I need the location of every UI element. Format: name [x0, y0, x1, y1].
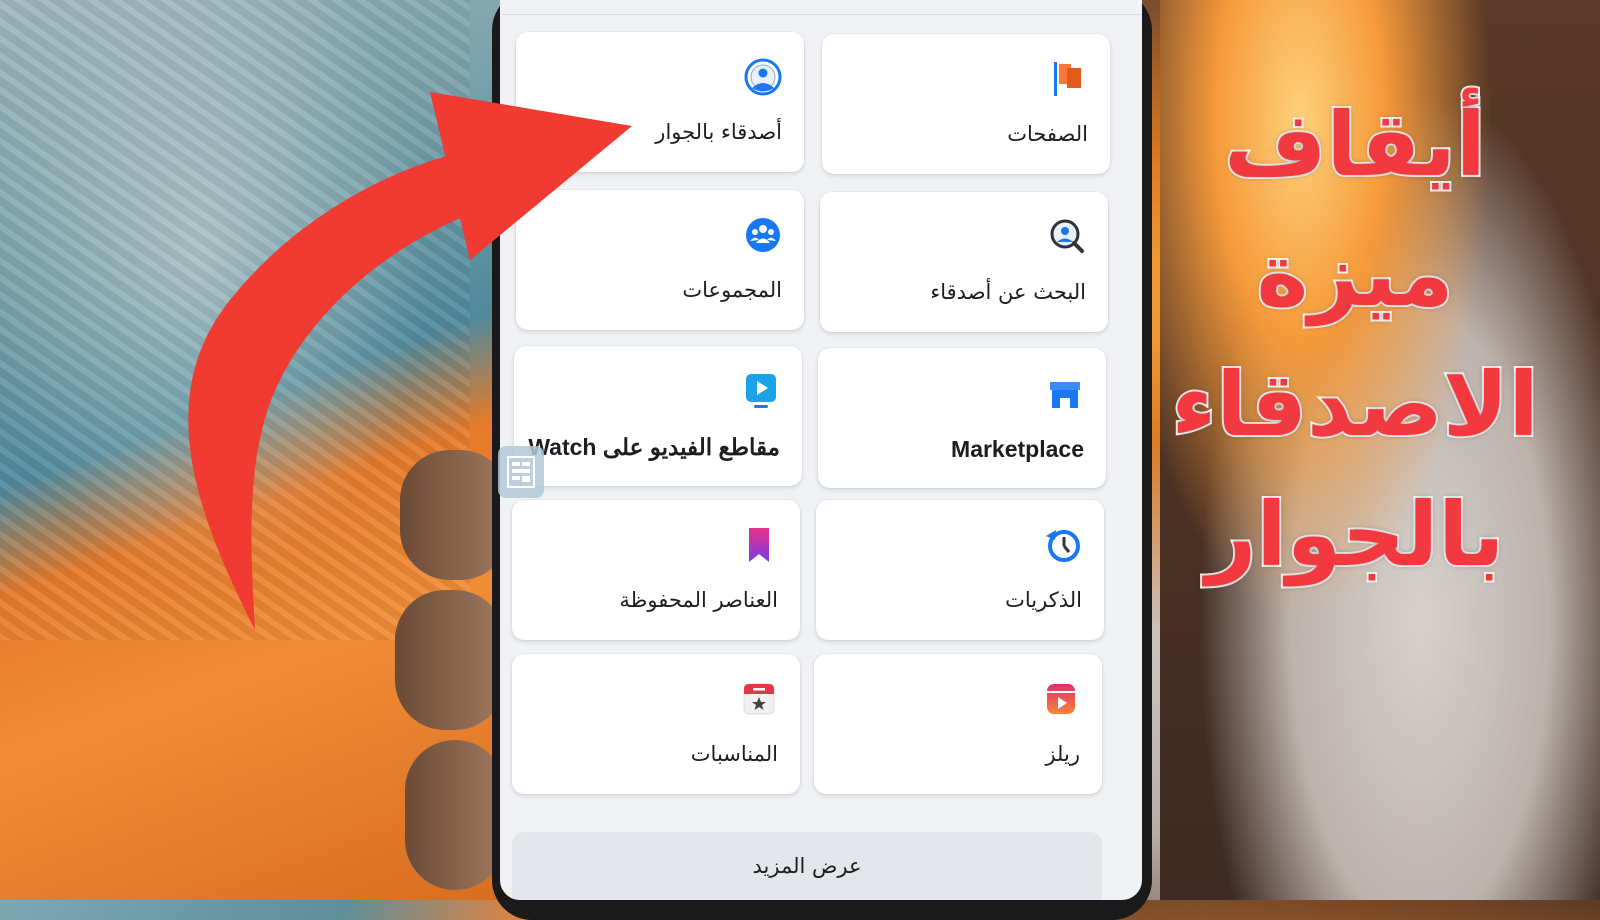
divider: [500, 0, 1142, 15]
flag-icon: [1050, 60, 1088, 98]
groups-icon: [744, 216, 782, 254]
shortcut-pages[interactable]: الصفحات: [822, 34, 1110, 174]
title-line: الاصدقاء: [1169, 351, 1540, 458]
shortcut-watch[interactable]: مقاطع الفيديو على Watch: [514, 346, 802, 486]
title-line: ميزة: [1254, 221, 1455, 328]
nearby-friends-icon: [744, 58, 782, 96]
shortcut-label: Marketplace: [951, 436, 1084, 462]
bookmark-icon: [740, 526, 778, 564]
find-friends-icon: [1048, 218, 1086, 256]
shortcut-label: أصدقاء بالجوار: [655, 120, 782, 144]
shortcut-label: الذكريات: [1005, 588, 1082, 612]
see-more-button[interactable]: عرض المزيد: [512, 832, 1102, 900]
shortcut-label: المناسبات: [690, 742, 778, 766]
shortcut-label: الصفحات: [1007, 122, 1088, 146]
shortcut-label: مقاطع الفيديو على Watch: [528, 434, 780, 460]
background-texture: [0, 0, 470, 640]
title-line: أيقاف: [1222, 91, 1488, 198]
shortcut-events[interactable]: المناسبات: [512, 654, 800, 794]
shortcut-marketplace[interactable]: Marketplace: [818, 348, 1106, 488]
calendar-star-icon: [740, 680, 778, 718]
reels-icon: [1042, 680, 1080, 718]
shortcut-groups[interactable]: المجموعات: [516, 190, 804, 330]
finger: [405, 740, 505, 890]
facebook-menu-screen: الصفحات أصدقاء بالجوار البحث عن أصدقاء ا…: [500, 0, 1142, 900]
shortcut-nearby-friends[interactable]: أصدقاء بالجوار: [516, 32, 804, 172]
see-more-label: عرض المزيد: [752, 854, 862, 878]
shortcut-find-friends[interactable]: البحث عن أصدقاء: [820, 192, 1108, 332]
watermark-logo-icon: [498, 446, 544, 498]
shortcut-label: المجموعات: [682, 278, 782, 302]
title-line: بالجوار: [1204, 481, 1507, 588]
shortcut-label: العناصر المحفوظة: [619, 588, 778, 612]
shortcut-saved[interactable]: العناصر المحفوظة: [512, 500, 800, 640]
store-icon: [1046, 374, 1084, 412]
finger: [395, 590, 505, 730]
shortcut-label: البحث عن أصدقاء: [930, 280, 1086, 304]
shortcut-memories[interactable]: الذكريات: [816, 500, 1104, 640]
thumbnail-title: أيقاف ميزة الاصدقاء بالجوار: [1160, 80, 1550, 600]
memories-clock-icon: [1044, 526, 1082, 564]
shortcut-reels[interactable]: ريلز: [814, 654, 1102, 794]
shortcut-label: ريلز: [1045, 742, 1080, 766]
video-icon: [742, 372, 780, 410]
